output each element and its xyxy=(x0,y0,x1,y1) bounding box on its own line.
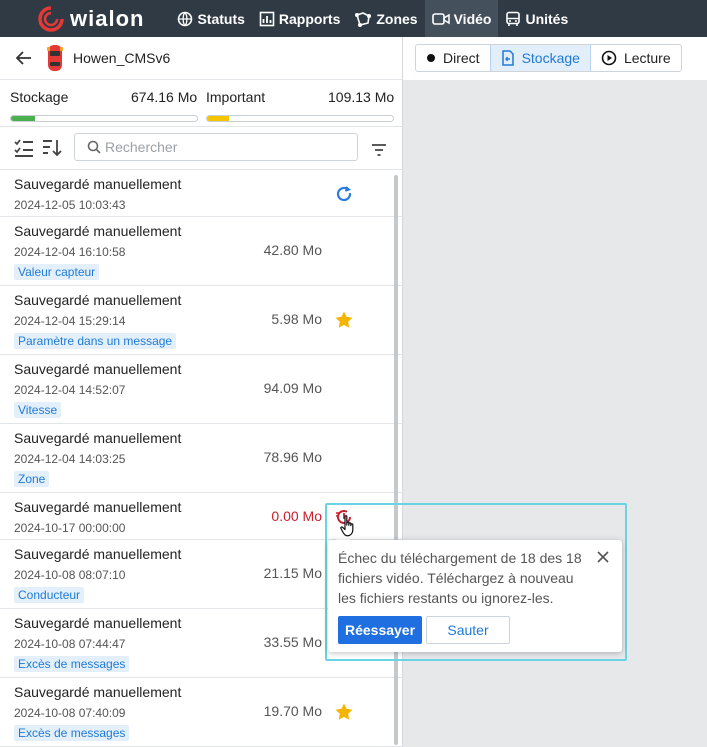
recording-date: 2024-12-04 16:10:58 xyxy=(14,245,126,259)
video-icon xyxy=(431,12,450,25)
recording-row[interactable]: Sauvegardé manuellement 2024-12-04 14:52:… xyxy=(0,355,402,424)
recording-date: 2024-12-05 10:03:43 xyxy=(14,198,126,212)
recording-row[interactable]: Sauvegardé manuellement 2024-10-08 07:40:… xyxy=(0,678,402,747)
important-label: Important xyxy=(206,89,266,105)
important-bar xyxy=(206,115,394,122)
recording-row[interactable]: Sauvegardé manuellement 2024-12-04 14:03:… xyxy=(0,424,402,493)
report-icon xyxy=(259,11,275,26)
important-bar-fill xyxy=(207,116,230,121)
nav-statuts-label: Statuts xyxy=(197,10,245,27)
recording-row[interactable]: Sauvegardé manuellement 2024-12-04 16:10:… xyxy=(0,217,402,286)
nav-zones-label: Zones xyxy=(376,10,418,27)
star-icon[interactable] xyxy=(334,310,354,330)
select-all-icon[interactable] xyxy=(13,138,35,158)
recording-title: Sauvegardé manuellement xyxy=(14,292,182,308)
storage-usage: Stockage 674.16 Mo Important 109.13 Mo xyxy=(0,80,402,127)
tab-stockage[interactable]: Stockage xyxy=(489,45,591,71)
search-field[interactable] xyxy=(74,133,358,161)
trigger-tag: Conducteur xyxy=(14,587,85,603)
recording-row[interactable]: Sauvegardé manuellement 2024-12-04 15:29:… xyxy=(0,286,402,355)
list-toolbar xyxy=(0,127,402,170)
recording-title: Sauvegardé manuellement xyxy=(14,684,182,700)
zones-icon xyxy=(355,11,372,27)
nav-zones[interactable]: Zones xyxy=(347,0,424,37)
tab-lecture-label: Lecture xyxy=(623,50,671,66)
trigger-tag: Zone xyxy=(14,471,50,487)
sort-icon[interactable] xyxy=(41,138,63,158)
recording-size: 94.09 Mo xyxy=(263,380,322,396)
search-input[interactable] xyxy=(105,139,345,155)
tab-direct[interactable]: Direct xyxy=(416,45,490,71)
play-icon xyxy=(601,50,617,66)
globe-icon xyxy=(178,11,193,26)
back-button[interactable] xyxy=(14,48,34,68)
download-error-popup: Échec du téléchargement de 18 des 18 fic… xyxy=(328,540,622,652)
recording-title: Sauvegardé manuellement xyxy=(14,361,182,377)
recording-title: Sauvegardé manuellement xyxy=(14,499,182,515)
recording-title: Sauvegardé manuellement xyxy=(14,546,182,562)
retry-button[interactable]: Réessayer xyxy=(338,616,422,644)
wialon-logo-icon xyxy=(38,5,64,32)
storage-bar xyxy=(10,115,198,122)
recording-size: 78.96 Mo xyxy=(263,449,322,465)
recording-size: 33.55 Mo xyxy=(263,634,322,650)
nav-rapports[interactable]: Rapports xyxy=(252,0,347,37)
recording-row[interactable]: Sauvegardé manuellement 2024-12-05 10:03:… xyxy=(0,170,402,217)
storage-bar-fill xyxy=(11,116,36,121)
trigger-tag: Excès de messages xyxy=(14,725,130,741)
search-icon xyxy=(87,140,101,154)
wialon-logo[interactable]: wialon xyxy=(38,6,144,32)
top-nav: wialon Statuts Rapports Zones Vidéo Unit… xyxy=(0,0,707,37)
recording-size: 0.00 Mo xyxy=(271,508,322,524)
nav-unites[interactable]: Unités xyxy=(498,0,575,37)
recording-date: 2024-10-17 00:00:00 xyxy=(14,521,126,535)
unit-header: Howen_CMSv6 xyxy=(0,37,402,80)
popup-message: Échec du téléchargement de 18 des 18 fic… xyxy=(338,550,582,606)
nav-unites-label: Unités xyxy=(525,10,569,27)
trigger-tag: Valeur capteur xyxy=(14,264,100,280)
recording-size: 5.98 Mo xyxy=(271,311,322,327)
unit-name: Howen_CMSv6 xyxy=(73,50,171,66)
recording-date: 2024-10-08 07:40:09 xyxy=(14,706,126,720)
nav-rapports-label: Rapports xyxy=(278,10,341,27)
bus-icon xyxy=(506,11,521,26)
star-icon[interactable] xyxy=(334,702,354,722)
mode-tabs: Direct Stockage Lecture xyxy=(415,44,682,72)
nav-video-label: Vidéo xyxy=(453,10,492,27)
car-icon xyxy=(47,45,63,71)
tab-lecture[interactable]: Lecture xyxy=(591,45,681,71)
recording-date: 2024-10-08 07:44:47 xyxy=(14,637,126,651)
recording-date: 2024-12-04 14:52:07 xyxy=(14,383,126,397)
filter-icon[interactable] xyxy=(371,140,387,160)
storage-value: 674.16 Mo xyxy=(131,89,198,105)
recording-size: 21.15 Mo xyxy=(263,565,322,581)
trigger-tag: Paramètre dans un message xyxy=(14,333,177,349)
skip-button[interactable]: Sauter xyxy=(426,616,510,644)
recording-title: Sauvegardé manuellement xyxy=(14,615,182,631)
tab-direct-label: Direct xyxy=(443,50,480,66)
hand-cursor-icon xyxy=(340,515,354,537)
trigger-tag: Vitesse xyxy=(14,402,62,418)
tab-stockage-label: Stockage xyxy=(521,50,580,66)
recording-title: Sauvegardé manuellement xyxy=(14,430,182,446)
logo-text: wialon xyxy=(70,5,145,31)
recording-title: Sauvegardé manuellement xyxy=(14,176,182,192)
storage-icon xyxy=(501,50,514,66)
recording-date: 2024-10-08 08:07:10 xyxy=(14,568,126,582)
recording-title: Sauvegardé manuellement xyxy=(14,223,182,239)
close-icon[interactable] xyxy=(596,550,610,564)
recording-size: 42.80 Mo xyxy=(263,242,322,258)
recording-size: 19.70 Mo xyxy=(263,703,322,719)
trigger-tag: Excès de messages xyxy=(14,656,130,672)
arrow-left-icon xyxy=(16,51,31,65)
loading-icon xyxy=(334,184,354,204)
recording-date: 2024-12-04 14:03:25 xyxy=(14,452,126,466)
recording-date: 2024-12-04 15:29:14 xyxy=(14,314,126,328)
nav-video[interactable]: Vidéo xyxy=(424,0,499,37)
important-value: 109.13 Mo xyxy=(328,89,395,105)
nav-statuts[interactable]: Statuts xyxy=(170,0,251,37)
dot-icon xyxy=(427,54,435,62)
storage-label: Stockage xyxy=(10,89,69,105)
